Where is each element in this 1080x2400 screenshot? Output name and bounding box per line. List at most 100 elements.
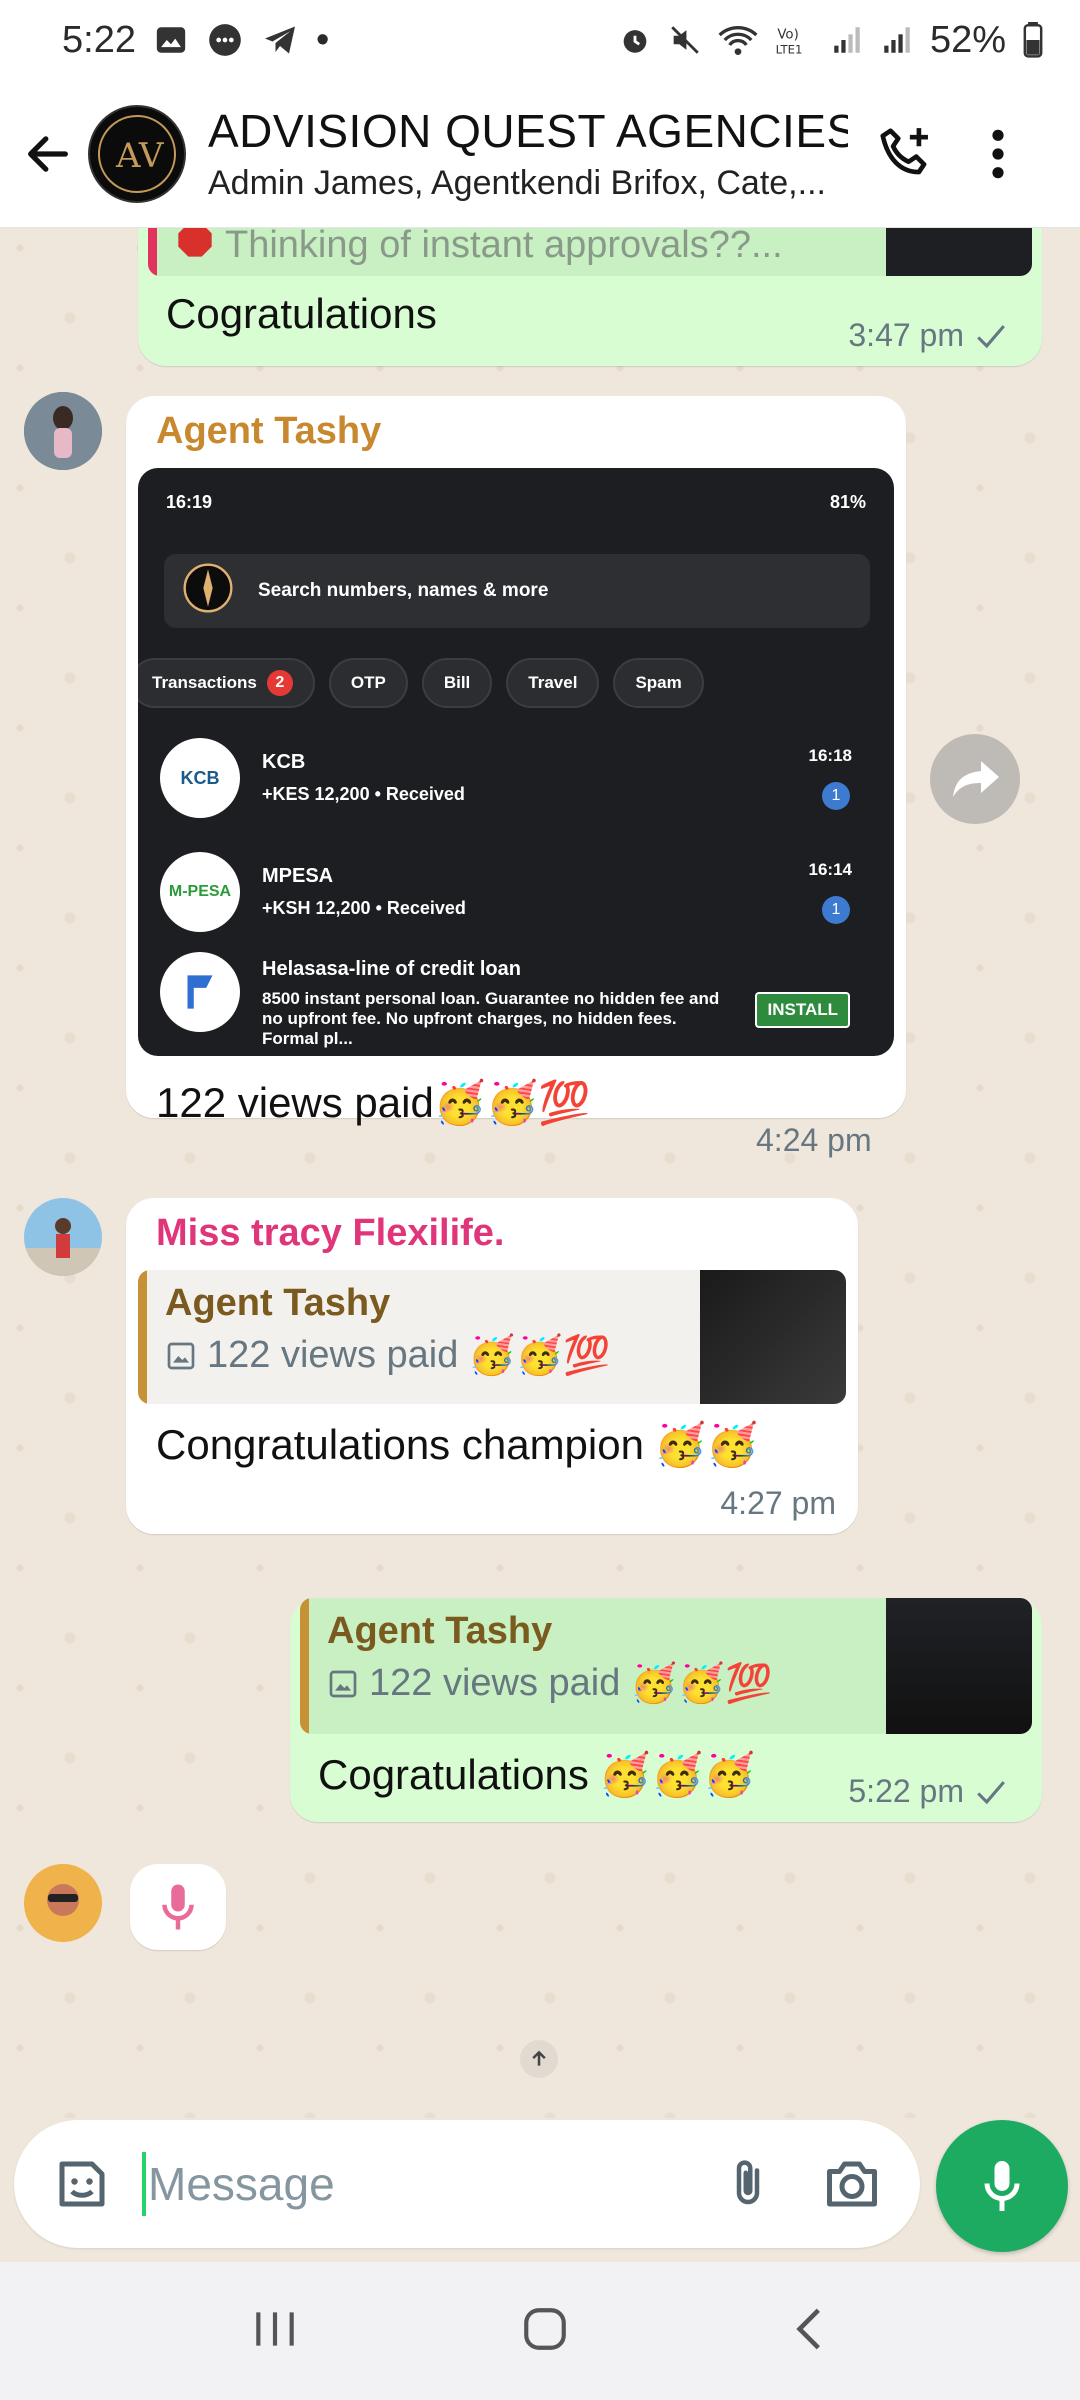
emoji-text: 🥳🥳🥳 bbox=[598, 1750, 756, 1799]
status-dot: • bbox=[315, 18, 330, 61]
row-badge: 1 bbox=[822, 896, 850, 924]
forward-icon bbox=[953, 761, 999, 797]
stop-sign-icon bbox=[175, 228, 215, 270]
camera-button[interactable] bbox=[812, 2144, 892, 2224]
message-input[interactable]: Message bbox=[142, 2152, 708, 2216]
home-button[interactable] bbox=[520, 2304, 570, 2359]
svg-text:LTE1: LTE1 bbox=[776, 42, 803, 56]
chat-title-block[interactable]: ADVISION QUEST AGENCIES Admin James, Age… bbox=[208, 104, 848, 203]
chip-label: OTP bbox=[350, 673, 386, 692]
chip-badge: 2 bbox=[266, 670, 293, 696]
check-icon bbox=[977, 324, 1005, 348]
camera-icon bbox=[827, 2161, 877, 2207]
image-icon bbox=[329, 1670, 357, 1697]
home-icon bbox=[524, 2307, 566, 2350]
back-nav-button[interactable] bbox=[790, 2304, 830, 2359]
quoted-thumbnail bbox=[886, 1598, 1032, 1734]
quoted-message[interactable]: Thinking of instant approvals??... bbox=[148, 228, 1032, 276]
alarm-icon bbox=[618, 23, 652, 57]
row-detail: +KES 12,200 • Received bbox=[262, 784, 465, 804]
row-badge: 1 bbox=[822, 782, 850, 810]
arrow-up-icon bbox=[532, 2050, 546, 2066]
chevron-left-icon bbox=[796, 2308, 820, 2349]
more-options-button[interactable] bbox=[958, 114, 1038, 194]
screenshot-status-bar: 16:19 81% bbox=[166, 492, 866, 513]
compass-icon bbox=[180, 560, 236, 622]
scroll-up-button[interactable] bbox=[520, 2040, 558, 2078]
chat-area[interactable]: Thinking of instant approvals??... Cogra… bbox=[0, 228, 1080, 2118]
message-bubble-incoming[interactable]: Miss tracy Flexilife. Agent Tashy 122 vi… bbox=[126, 1198, 858, 1534]
quoted-text: Thinking of instant approvals??... bbox=[225, 228, 783, 266]
shared-screenshot[interactable]: 16:19 81% Search numbers, names & more T… bbox=[138, 468, 894, 1056]
message-text: 122 views paid bbox=[156, 1079, 434, 1126]
chip-bill: Bill bbox=[421, 658, 493, 708]
quoted-text: 122 views paid bbox=[207, 1334, 459, 1376]
mpesa-logo: M-PESA bbox=[160, 852, 240, 932]
emoji-text: 🥳🥳💯 bbox=[433, 1078, 591, 1127]
sticker-icon bbox=[59, 2161, 105, 2207]
signal-icon bbox=[830, 23, 864, 57]
avatar-agent-tashy[interactable] bbox=[24, 392, 102, 470]
screenshot-battery: 81% bbox=[829, 492, 866, 512]
status-time: 5:22 bbox=[62, 18, 136, 61]
telegram-icon bbox=[262, 22, 298, 58]
forward-button[interactable] bbox=[930, 734, 1020, 824]
quoted-emoji: 🥳🥳💯 bbox=[468, 1333, 611, 1377]
screenshot-time: 16:19 bbox=[166, 492, 213, 512]
row-time: 16:14 bbox=[808, 860, 852, 879]
microphone-icon bbox=[162, 1884, 194, 1930]
quoted-thumbnail bbox=[700, 1270, 846, 1404]
install-badge: INSTALL bbox=[755, 992, 850, 1028]
chip-label: Bill bbox=[443, 673, 471, 692]
screenshot-row-ad: Helasasa-line of credit loan 8500 instan… bbox=[160, 952, 876, 1048]
back-button[interactable] bbox=[12, 118, 84, 190]
signal-icon bbox=[880, 23, 914, 57]
gallery-icon bbox=[154, 23, 188, 57]
message-text: Cogratulations bbox=[166, 290, 437, 337]
message-time: 5:22 pm bbox=[848, 1773, 964, 1809]
chat-bubble-icon bbox=[206, 21, 244, 59]
status-bar: 5:22 • Vo) LTE1 52% bbox=[0, 0, 1080, 80]
chip-label: Travel bbox=[528, 673, 578, 692]
row-name: MPESA bbox=[262, 865, 334, 887]
quoted-message[interactable]: Agent Tashy 122 views paid 🥳🥳💯 bbox=[300, 1598, 1032, 1734]
row-detail: 8500 instant personal loan. Guarantee no… bbox=[262, 989, 720, 1048]
sticker-button[interactable] bbox=[42, 2144, 122, 2224]
sender-name[interactable]: Agent Tashy bbox=[156, 410, 381, 453]
more-vert-icon bbox=[992, 129, 1004, 178]
chip-transactions: Transactions 2 bbox=[138, 658, 315, 708]
battery-icon bbox=[1022, 22, 1044, 58]
svg-text:Vo): Vo) bbox=[777, 27, 798, 42]
quoted-message[interactable]: Agent Tashy 122 views paid 🥳🥳💯 bbox=[138, 1270, 846, 1404]
wifi-icon bbox=[718, 23, 758, 57]
chip-spam: Spam bbox=[613, 658, 704, 708]
quoted-emoji: 🥳🥳💯 bbox=[630, 1661, 773, 1705]
avatar-recording-user[interactable] bbox=[24, 1864, 102, 1942]
quoted-sender: Agent Tashy bbox=[327, 1610, 553, 1652]
check-icon bbox=[977, 1780, 1005, 1804]
battery-percent: 52% bbox=[929, 18, 1006, 61]
helasasa-logo bbox=[160, 952, 240, 1032]
screenshot-filter-chips: Transactions 2 OTP Bill Travel Spam bbox=[138, 658, 704, 708]
avatar-miss-tracy[interactable] bbox=[24, 1198, 102, 1276]
message-text: Cogratulations bbox=[318, 1751, 589, 1798]
microphone-icon bbox=[984, 2161, 1020, 2211]
group-avatar[interactable]: AV bbox=[88, 104, 186, 203]
screenshot-search-bar: Search numbers, names & more bbox=[164, 554, 870, 628]
sender-name[interactable]: Miss tracy Flexilife. bbox=[156, 1212, 505, 1255]
quoted-text: 122 views paid bbox=[369, 1662, 621, 1704]
screenshot-search-placeholder: Search numbers, names & more bbox=[258, 580, 549, 601]
message-bubble-outgoing[interactable]: Thinking of instant approvals??... Cogra… bbox=[138, 228, 1042, 366]
voice-record-button[interactable] bbox=[936, 2120, 1068, 2252]
row-detail: +KSH 12,200 • Received bbox=[262, 898, 466, 918]
message-time: 4:27 pm bbox=[720, 1485, 836, 1521]
recent-apps-button[interactable] bbox=[250, 2307, 300, 2356]
chat-header: AV ADVISION QUEST AGENCIES Admin James, … bbox=[0, 80, 1080, 228]
message-bubble-outgoing[interactable]: Agent Tashy 122 views paid 🥳🥳💯 Cogratula… bbox=[290, 1598, 1042, 1822]
volte-icon: Vo) LTE1 bbox=[774, 23, 814, 57]
group-logo-text: AV bbox=[115, 136, 165, 176]
message-text: Congratulations champion bbox=[156, 1421, 644, 1468]
add-call-button[interactable] bbox=[866, 114, 946, 194]
recents-icon bbox=[256, 2311, 294, 2346]
attach-button[interactable] bbox=[708, 2144, 788, 2224]
